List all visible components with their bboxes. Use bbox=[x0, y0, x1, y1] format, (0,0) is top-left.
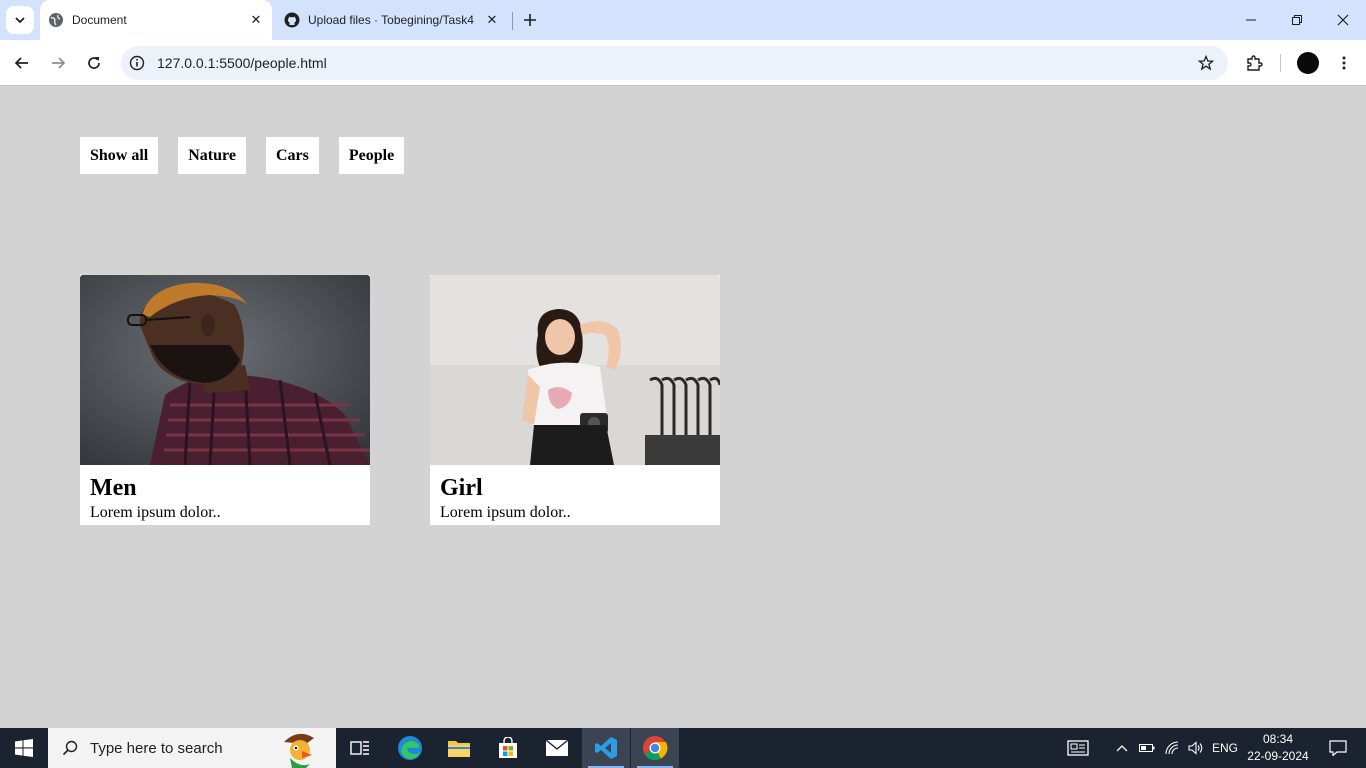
store-bag-icon bbox=[499, 737, 517, 758]
extensions-button[interactable] bbox=[1240, 49, 1268, 77]
filter-show-all-button[interactable]: Show all bbox=[80, 137, 159, 174]
search-icon bbox=[62, 740, 78, 756]
notifications-button[interactable] bbox=[1318, 728, 1358, 768]
url-text[interactable]: 127.0.0.1:5500/people.html bbox=[157, 55, 327, 71]
windows-logo-icon bbox=[15, 739, 33, 757]
close-icon bbox=[1337, 14, 1349, 26]
tab-search-button[interactable] bbox=[6, 6, 34, 34]
new-tab-button[interactable] bbox=[518, 8, 542, 32]
task-view-button[interactable] bbox=[336, 728, 384, 768]
file-explorer-taskbar-button[interactable] bbox=[435, 728, 483, 768]
reload-icon bbox=[88, 57, 100, 69]
puzzle-icon bbox=[1247, 55, 1263, 71]
github-icon bbox=[284, 12, 300, 28]
card-men: Men Lorem ipsum dolor.. bbox=[80, 275, 370, 525]
close-icon[interactable]: ✕ bbox=[246, 10, 266, 30]
filter-nature-button[interactable]: Nature bbox=[178, 137, 246, 174]
tab-upload-files[interactable]: Upload files · Tobegining/Task4 ✕ bbox=[276, 0, 508, 40]
globe-icon bbox=[48, 12, 64, 28]
restore-button[interactable] bbox=[1274, 0, 1320, 40]
tab-title: Upload files · Tobegining/Task4 bbox=[308, 13, 474, 27]
tab-document[interactable]: Document ✕ bbox=[40, 0, 272, 40]
minimize-icon bbox=[1246, 19, 1256, 21]
more-vert-icon bbox=[1342, 56, 1346, 70]
network-button[interactable] bbox=[1160, 728, 1184, 768]
card-image-girl bbox=[430, 275, 720, 465]
mail-taskbar-button[interactable] bbox=[533, 728, 581, 768]
toolbar-divider bbox=[1280, 54, 1281, 72]
card-text: Lorem ipsum dolor.. bbox=[90, 504, 221, 521]
speaker-icon bbox=[1188, 741, 1203, 755]
browser-toolbar: 127.0.0.1:5500/people.html bbox=[0, 40, 1366, 86]
card-girl: Girl Lorem ipsum dolor.. bbox=[430, 275, 720, 525]
search-highlight-icon bbox=[284, 733, 314, 768]
page-content: Show all Nature Cars People Men Lorem ip… bbox=[0, 87, 1366, 728]
restore-icon bbox=[1292, 15, 1302, 25]
filter-cars-button[interactable]: Cars bbox=[265, 137, 319, 174]
profile-avatar[interactable] bbox=[1297, 52, 1319, 74]
filter-bar: Show all Nature Cars People bbox=[80, 137, 405, 174]
show-hidden-icons-button[interactable] bbox=[1110, 728, 1134, 768]
chrome-icon bbox=[643, 736, 668, 761]
volume-button[interactable] bbox=[1184, 728, 1208, 768]
folder-icon bbox=[448, 741, 470, 757]
news-icon bbox=[1067, 740, 1089, 756]
store-taskbar-button[interactable] bbox=[484, 728, 532, 768]
battery-button[interactable] bbox=[1134, 728, 1160, 768]
card-text: Lorem ipsum dolor.. bbox=[440, 504, 571, 521]
filter-people-button[interactable]: People bbox=[338, 137, 405, 174]
tab-divider bbox=[512, 12, 513, 30]
close-window-button[interactable] bbox=[1320, 0, 1366, 40]
vscode-icon bbox=[595, 737, 617, 759]
reload-button[interactable] bbox=[80, 49, 108, 77]
chevron-up-icon bbox=[1116, 745, 1128, 752]
back-button[interactable] bbox=[8, 49, 36, 77]
tab-title: Document bbox=[72, 13, 127, 27]
wifi-icon bbox=[1165, 741, 1179, 755]
menu-button[interactable] bbox=[1330, 49, 1358, 77]
edge-taskbar-button[interactable] bbox=[386, 728, 434, 768]
card-image-men bbox=[80, 275, 370, 465]
language-indicator[interactable]: ENG bbox=[1212, 741, 1238, 755]
edge-icon bbox=[398, 736, 422, 760]
browser-tab-strip: Document ✕ Upload files · Tobegining/Tas… bbox=[0, 0, 1366, 40]
site-info-icon[interactable] bbox=[127, 53, 147, 73]
arrow-right-icon bbox=[52, 57, 66, 69]
bookmark-star-icon[interactable] bbox=[1196, 53, 1216, 73]
notification-icon bbox=[1329, 740, 1347, 756]
clock-time: 08:34 bbox=[1262, 732, 1294, 746]
news-widget-button[interactable] bbox=[1058, 728, 1098, 768]
forward-button[interactable] bbox=[44, 49, 72, 77]
minimize-button[interactable] bbox=[1228, 0, 1274, 40]
close-icon[interactable]: ✕ bbox=[482, 10, 502, 30]
address-bar[interactable]: 127.0.0.1:5500/people.html bbox=[121, 46, 1228, 80]
card-title: Men bbox=[90, 475, 137, 501]
vscode-taskbar-button[interactable] bbox=[582, 728, 630, 768]
clock[interactable]: 08:34 22-09-2024 bbox=[1240, 731, 1316, 765]
start-button[interactable] bbox=[0, 728, 48, 768]
mail-icon bbox=[545, 739, 569, 756]
chevron-down-icon bbox=[15, 17, 25, 24]
task-view-icon bbox=[350, 741, 369, 755]
plus-icon bbox=[524, 14, 536, 26]
chrome-taskbar-button[interactable] bbox=[631, 728, 679, 768]
search-placeholder: Type here to search bbox=[90, 739, 223, 757]
clock-date: 22-09-2024 bbox=[1247, 749, 1309, 763]
windows-taskbar: Type here to search ENG 08:34 22-09-2024 bbox=[0, 728, 1366, 768]
arrow-left-icon bbox=[14, 57, 28, 69]
card-title: Girl bbox=[440, 475, 483, 501]
card-grid: Men Lorem ipsum dolor.. Girl Lorem ipsum… bbox=[80, 275, 720, 525]
taskbar-search[interactable]: Type here to search bbox=[48, 728, 336, 768]
battery-icon bbox=[1139, 744, 1155, 752]
